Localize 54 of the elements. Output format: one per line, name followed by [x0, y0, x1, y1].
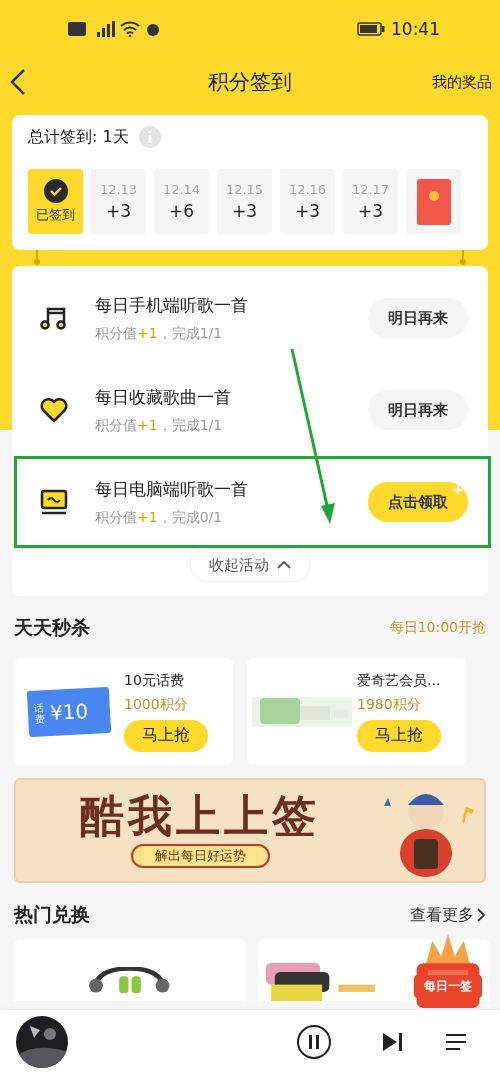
envelope-icon[interactable]	[416, 178, 451, 225]
see-more-link[interactable]: 查看更多	[410, 904, 486, 926]
my-prizes-link[interactable]: 我的奖品	[432, 72, 492, 92]
task-title: 每日收藏歌曲一首	[95, 385, 232, 409]
day-date: 12.15	[225, 182, 264, 197]
next-button[interactable]	[380, 1030, 404, 1054]
grab-button[interactable]: 马上抢	[124, 719, 208, 752]
task-progress: 积分值+1，完成0/1	[95, 508, 224, 527]
sale-time: 每日10:00开抢	[389, 619, 486, 637]
wifi-icon	[120, 21, 140, 37]
day-points: +6	[168, 201, 195, 221]
task-title: 每日手机端听歌一首	[95, 293, 249, 317]
deal-price: 1000积分	[124, 695, 188, 714]
grab-button[interactable]: 马上抢	[357, 719, 441, 752]
task-button[interactable]: 点击领取	[368, 482, 468, 522]
day-points: +3	[105, 201, 132, 221]
day-points: +3	[231, 201, 258, 221]
battery-icon	[357, 22, 385, 36]
monitor-icon	[39, 487, 69, 517]
heart-icon	[39, 395, 69, 425]
sparkle-icon	[452, 484, 464, 496]
banner-title: 酷我上上签	[80, 793, 320, 838]
pause-button[interactable]	[296, 1024, 332, 1060]
day-date: 12.13	[99, 182, 138, 197]
pin-icon	[460, 250, 466, 266]
playlist-button[interactable]	[444, 1032, 468, 1052]
page-title: 积分签到	[208, 70, 292, 94]
deal-card[interactable]: 爱奇艺会员... 1980积分 马上抢	[247, 658, 466, 765]
day-points: +3	[357, 201, 384, 221]
task-button[interactable]: 明日再来	[368, 390, 468, 430]
promo-banner[interactable]: 酷我上上签 解出每日好运势	[14, 778, 486, 883]
deal-name: 10元话费	[124, 671, 184, 690]
deal-price: 1980积分	[357, 695, 421, 714]
day-label: 已签到	[36, 206, 75, 224]
check-icon	[43, 179, 68, 203]
task-progress: 积分值+1，完成1/1	[95, 416, 224, 435]
day-date: 12.14	[162, 182, 201, 197]
section-title: 天天秒杀	[14, 615, 90, 640]
task-title: 每日电脑端听歌一首	[95, 477, 249, 501]
banner-subtitle: 解出每日好运势	[130, 843, 270, 868]
task-button[interactable]: 明日再来	[368, 298, 468, 338]
collapse-button[interactable]: 收起活动	[190, 548, 310, 582]
pin-icon	[34, 250, 40, 266]
chevron-up-icon	[277, 560, 291, 570]
clock: 10:41	[391, 19, 440, 39]
total-checkin: 总计签到: 1天	[28, 126, 129, 148]
day-date: 12.16	[288, 182, 327, 197]
section-title: 热门兑换	[14, 902, 90, 927]
task-progress: 积分值+1，完成1/1	[95, 324, 224, 343]
deal-name: 爱奇艺会员...	[357, 671, 441, 690]
day-date: 12.17	[351, 182, 390, 197]
chevron-right-icon	[476, 907, 486, 923]
day-points: +3	[294, 201, 321, 221]
daily-sign-badge[interactable]: 每日一签	[414, 975, 482, 998]
